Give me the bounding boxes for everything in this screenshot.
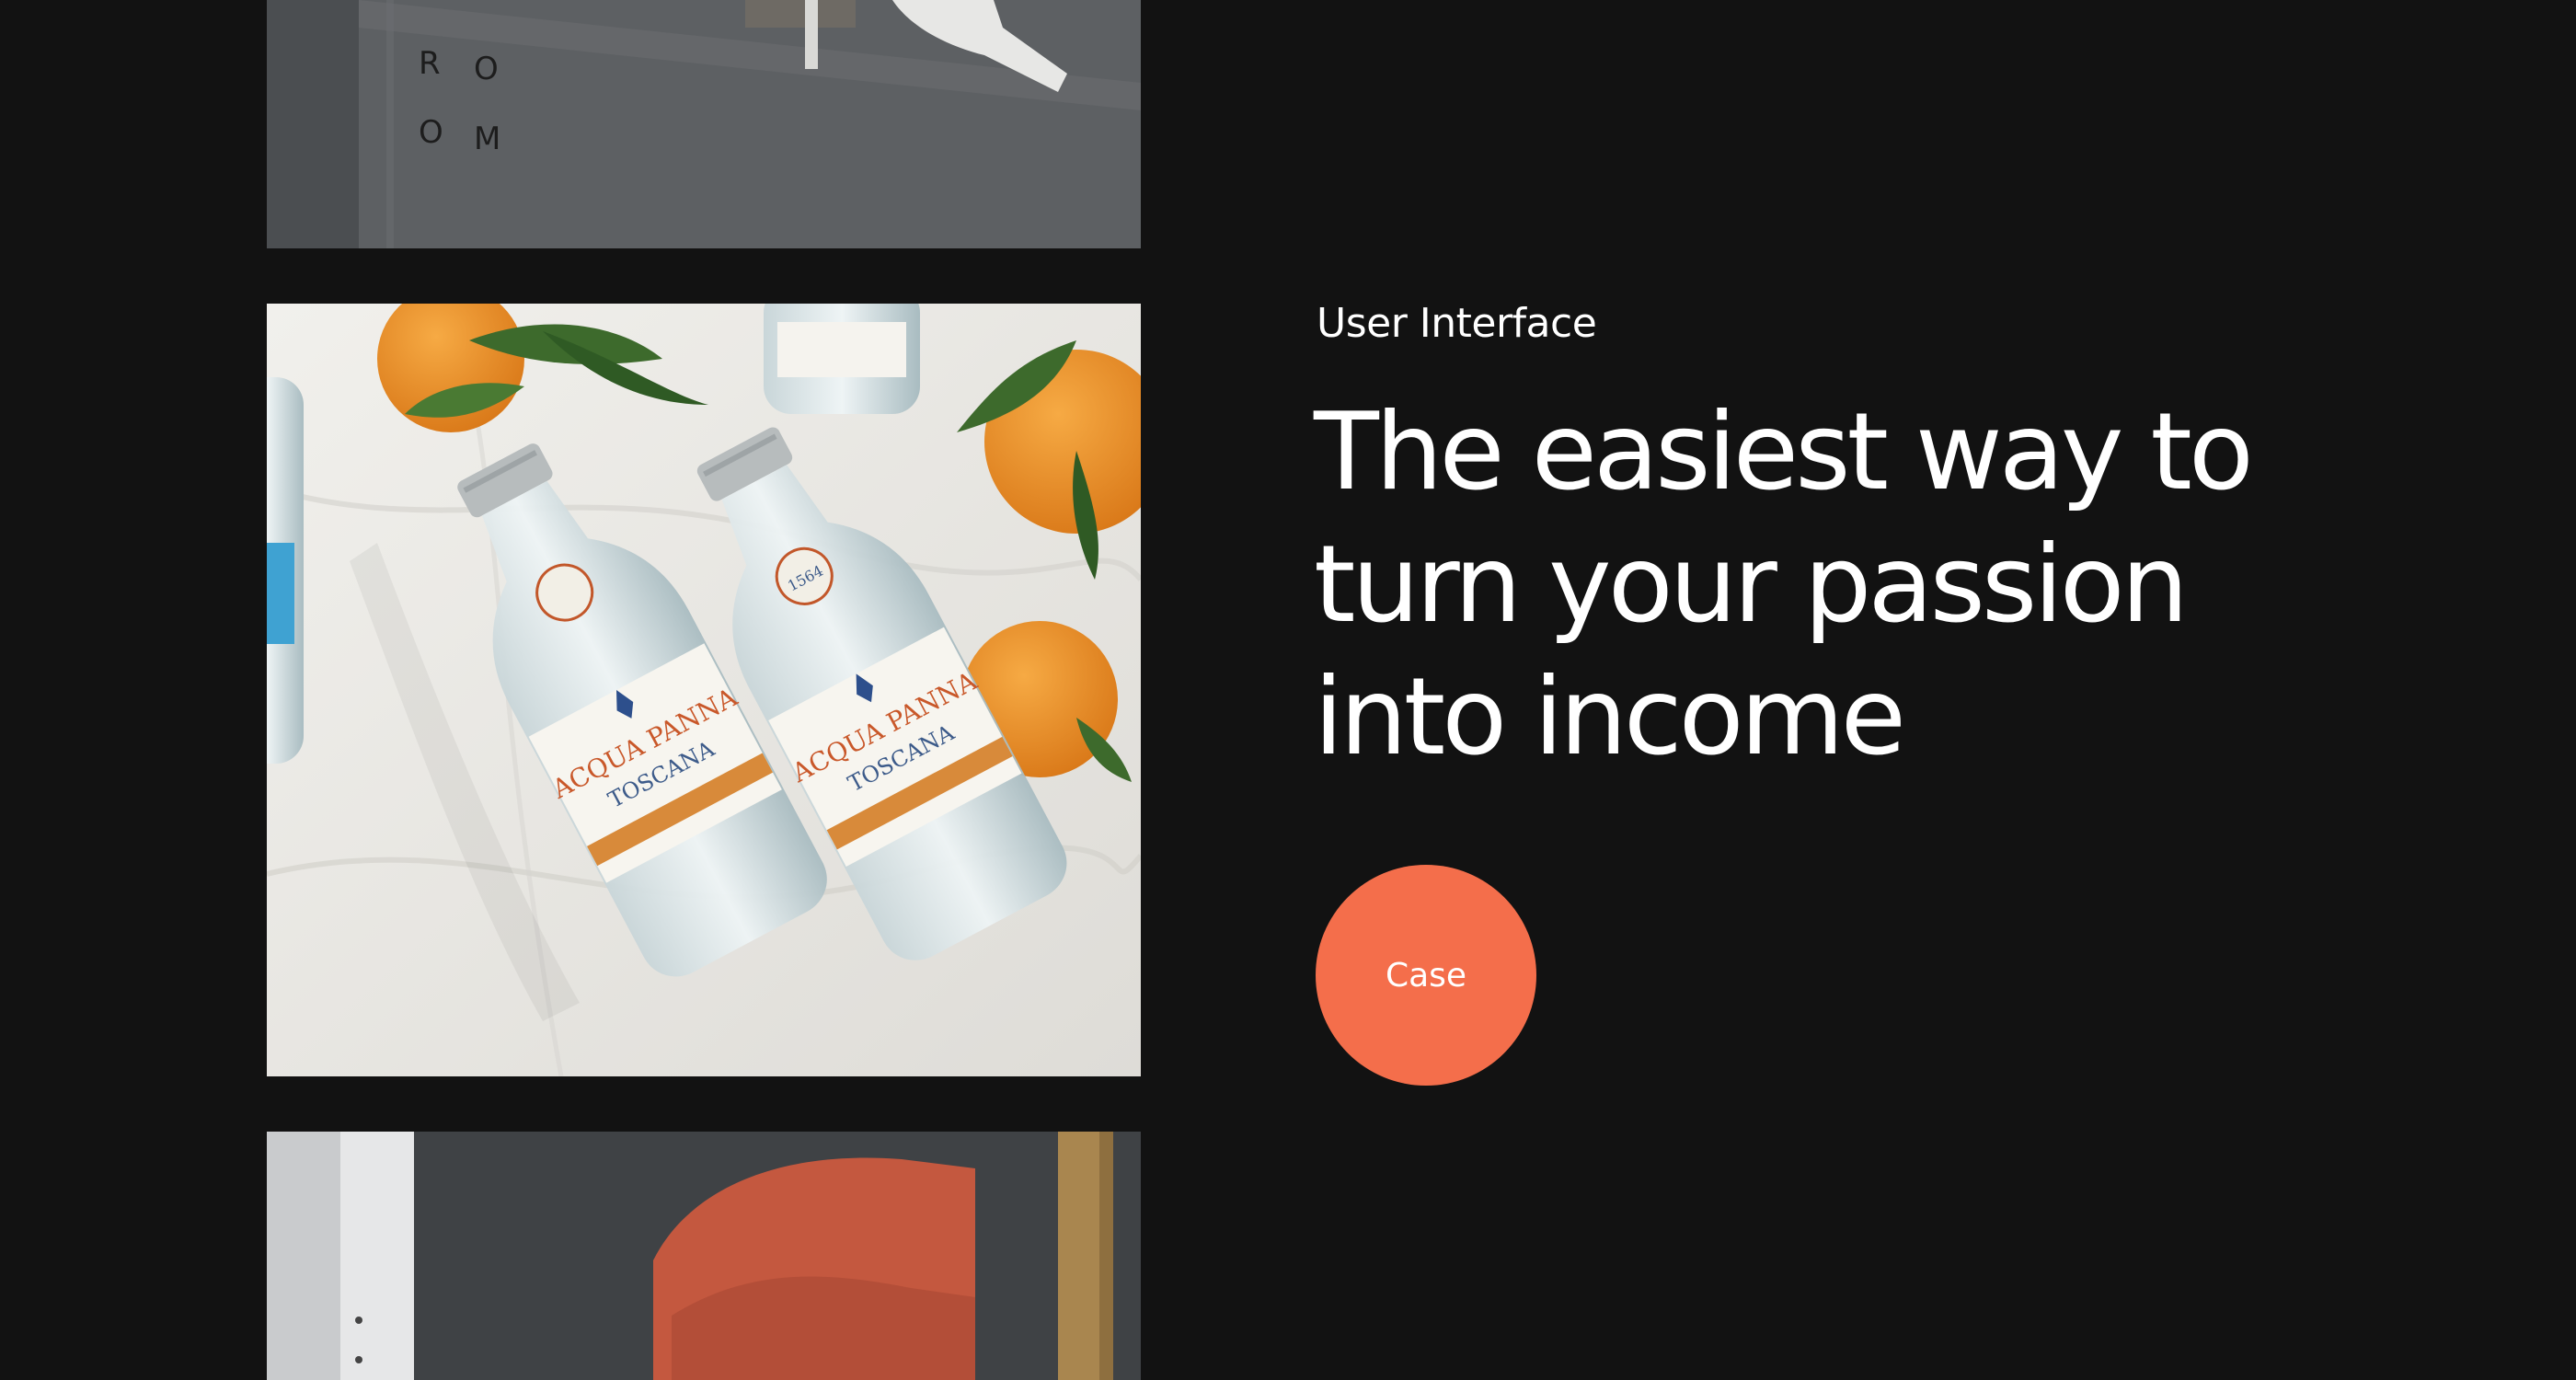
sign-letter-o: O xyxy=(474,51,499,87)
project-category: User Interface xyxy=(1317,300,1597,347)
next-project-photo xyxy=(267,1132,1141,1380)
sign-letter-m: M xyxy=(474,121,500,157)
page: R O O M ACQUA PANNA TOSCANA 1564 ACQUA P… xyxy=(0,0,2576,1380)
sign-letter-o-2: O xyxy=(419,114,443,151)
project-image-next[interactable] xyxy=(267,1132,1141,1380)
project-image-featured[interactable]: ACQUA PANNA TOSCANA 1564 ACQUA PANNA TOS… xyxy=(267,304,1141,1076)
sign-letter-r: R xyxy=(419,45,441,82)
case-button[interactable]: Case xyxy=(1316,865,1536,1086)
headline-line-1: The easiest way to xyxy=(1314,390,2254,514)
featured-project-photo: ACQUA PANNA TOSCANA 1564 ACQUA PANNA TOS… xyxy=(267,304,1141,1076)
headline-line-2: turn your passion xyxy=(1314,523,2189,647)
previous-project-photo: R O O M xyxy=(267,0,1141,248)
project-image-previous[interactable]: R O O M xyxy=(267,0,1141,248)
project-headline: The easiest way to turn your passion int… xyxy=(1314,386,2455,784)
headline-line-3: into income xyxy=(1314,655,1906,779)
